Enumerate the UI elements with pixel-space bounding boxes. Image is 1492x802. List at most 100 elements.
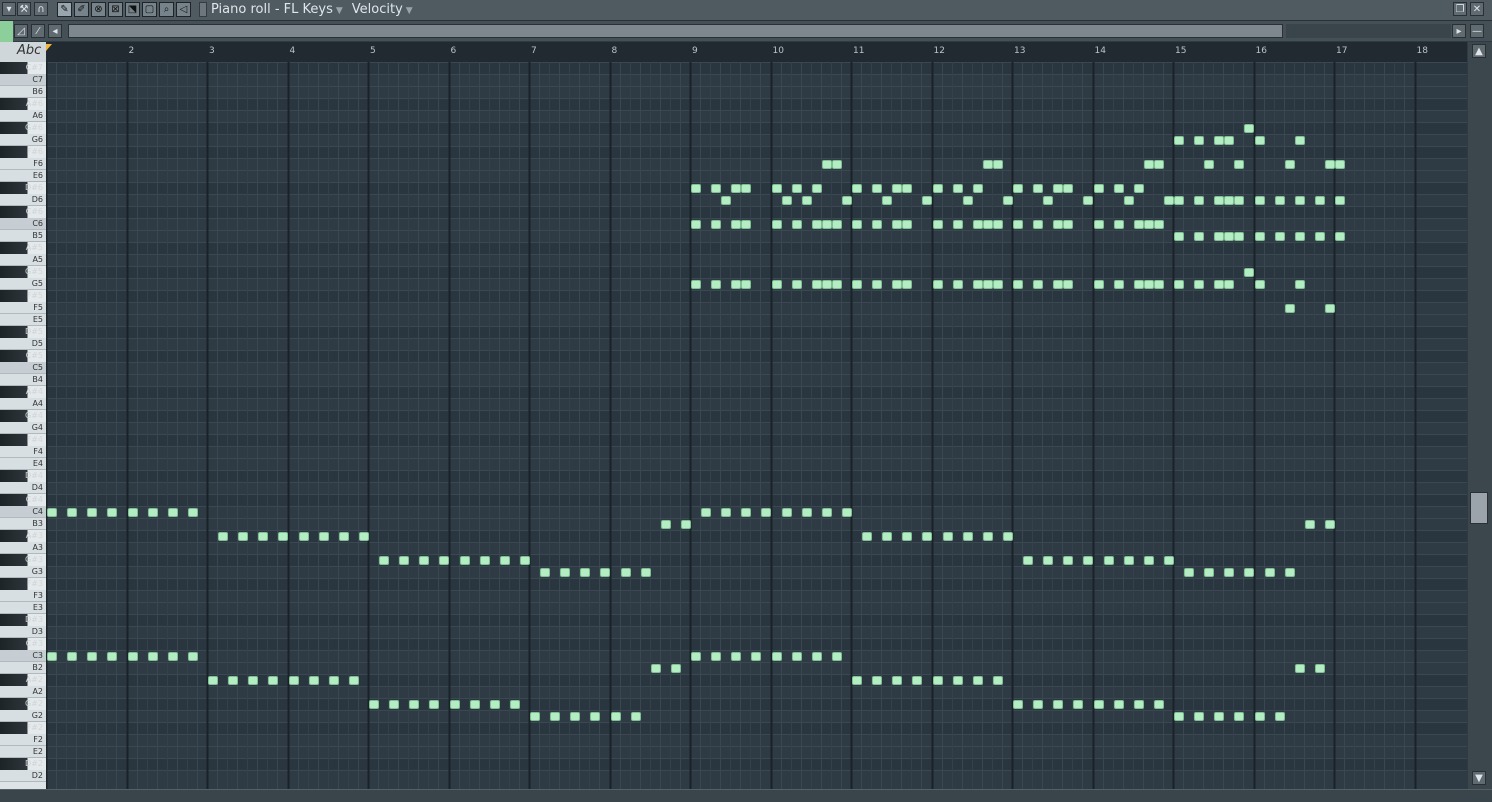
note-grid[interactable] [46,62,1467,789]
note[interactable] [992,280,1003,289]
note[interactable] [1053,220,1064,229]
note[interactable] [328,676,339,685]
note[interactable] [751,652,762,661]
note[interactable] [1013,280,1023,289]
note[interactable] [308,676,319,685]
note[interactable] [711,652,722,661]
note[interactable] [1123,556,1134,565]
note[interactable] [972,676,983,685]
piano-key[interactable]: A#5 [0,242,46,254]
note[interactable] [691,280,701,289]
note[interactable] [1234,712,1245,721]
note[interactable] [1043,196,1054,205]
note[interactable] [650,664,661,673]
piano-key[interactable]: A5 [0,254,46,266]
note[interactable] [1113,280,1124,289]
note[interactable] [821,220,832,229]
note[interactable] [1083,196,1094,205]
note[interactable] [1123,196,1134,205]
note[interactable] [348,676,359,685]
note[interactable] [902,220,913,229]
note[interactable] [399,556,410,565]
note[interactable] [1033,700,1044,709]
note[interactable] [600,568,611,577]
note[interactable] [630,712,641,721]
note[interactable] [1314,196,1325,205]
note[interactable] [1335,196,1345,205]
note[interactable] [1314,232,1325,241]
note[interactable] [1214,232,1225,241]
note[interactable] [922,196,933,205]
note[interactable] [1153,700,1164,709]
note[interactable] [228,676,239,685]
note[interactable] [882,196,893,205]
note[interactable] [791,280,802,289]
note[interactable] [791,184,802,193]
note[interactable] [47,508,57,517]
note[interactable] [479,556,490,565]
note[interactable] [1254,280,1265,289]
note[interactable] [509,700,520,709]
note[interactable] [902,532,913,541]
scroll-left-icon[interactable]: ◂ [48,24,62,38]
note[interactable] [1284,568,1295,577]
note[interactable] [1224,232,1235,241]
vertical-scroll-thumb[interactable] [1470,492,1488,524]
note[interactable] [1063,220,1074,229]
timeline-ruler[interactable]: 2 3 4 5 6 7 8 9 10 11 12 13 14 15 16 17 18 [46,42,1467,63]
note[interactable] [1103,556,1114,565]
note[interactable] [932,280,943,289]
note[interactable] [1335,232,1345,241]
piano-key[interactable]: D#4 [0,470,46,482]
note[interactable] [1234,196,1245,205]
note[interactable] [1133,184,1144,193]
piano-key[interactable]: F#5 [0,290,46,302]
note[interactable] [771,220,782,229]
piano-key[interactable]: E2 [0,746,46,758]
note[interactable] [932,676,943,685]
note[interactable] [771,652,782,661]
note[interactable] [872,184,883,193]
note[interactable] [67,508,78,517]
note[interactable] [208,676,218,685]
piano-key[interactable]: G#3 [0,554,46,566]
note[interactable] [811,220,822,229]
mute-tool-icon[interactable]: ⊠ [108,2,123,17]
note[interactable] [761,508,772,517]
piano-key[interactable]: F5 [0,302,46,314]
note[interactable] [1214,196,1225,205]
piano-key[interactable]: B6 [0,86,46,98]
note[interactable] [952,220,963,229]
piano-key[interactable]: G#6 [0,122,46,134]
note[interactable] [862,532,873,541]
note[interactable] [1274,196,1285,205]
note[interactable] [1174,280,1184,289]
note[interactable] [1163,196,1174,205]
chevron-down-icon[interactable]: ▼ [336,6,343,16]
note[interactable] [741,220,752,229]
note[interactable] [1294,196,1305,205]
note[interactable] [1254,232,1265,241]
note[interactable] [268,676,279,685]
note[interactable] [932,184,943,193]
title-grip[interactable] [199,2,207,17]
draw-tool-icon[interactable]: ✎ [57,2,72,17]
note[interactable] [1143,556,1154,565]
note[interactable] [1224,280,1235,289]
note[interactable] [852,220,862,229]
note[interactable] [1224,136,1235,145]
note[interactable] [338,532,349,541]
note[interactable] [1264,568,1275,577]
note[interactable] [1224,568,1235,577]
piano-key[interactable]: B5 [0,230,46,242]
note[interactable] [127,508,138,517]
note[interactable] [1063,280,1074,289]
wrench-icon[interactable]: ⚒ [17,2,31,16]
note[interactable] [1073,700,1084,709]
pencil-icon[interactable]: ⁄ [31,24,45,38]
note[interactable] [952,280,963,289]
note[interactable] [318,532,329,541]
note[interactable] [791,652,802,661]
note[interactable] [1093,184,1104,193]
piano-key[interactable]: B2 [0,662,46,674]
